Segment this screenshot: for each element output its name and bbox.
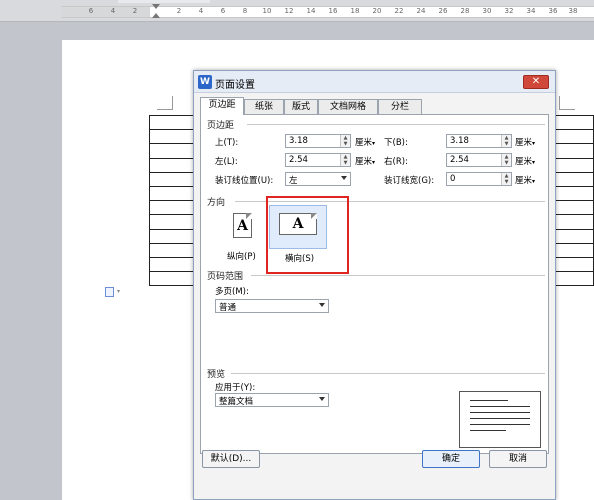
right-margin-unit[interactable]: 厘米▾ (515, 155, 535, 167)
left-margin-input[interactable]: 2.54 ▲ ▼ (285, 153, 351, 167)
ruler-number: 14 (306, 7, 316, 15)
bottom-margin-input[interactable]: 3.18 ▲ ▼ (446, 134, 512, 148)
close-button[interactable]: ✕ (523, 75, 549, 89)
right-margin-label: 右(R): (384, 157, 408, 167)
dialog-titlebar[interactable]: W 页面设置 ✕ (194, 71, 555, 93)
ruler-number: 4 (110, 7, 116, 15)
ok-button[interactable]: 确定 (422, 450, 480, 468)
ruler-number: 10 (262, 7, 272, 15)
cancel-button[interactable]: 取消 (489, 450, 547, 468)
ruler-number: 2 (176, 7, 182, 15)
ruler-number: 26 (438, 7, 448, 15)
ruler-number: 24 (416, 7, 426, 15)
multiple-pages-label: 多页(M): (215, 287, 249, 297)
top-margin-input[interactable]: 3.18 ▲ ▼ (285, 134, 351, 148)
spin-buttons[interactable]: ▲ ▼ (501, 135, 511, 147)
section-divider (251, 275, 545, 276)
document-table-right-part[interactable] (553, 114, 594, 287)
horizontal-ruler[interactable]: 6 4 2 2 4 6 8 10 12 14 16 18 20 22 24 26… (0, 0, 594, 22)
left-margin-label: 左(L): (215, 157, 238, 167)
left-margin-unit[interactable]: 厘米▾ (355, 155, 375, 167)
chevron-down-icon (341, 176, 347, 180)
gutter-width-input[interactable]: 0 ▲ ▼ (446, 172, 512, 186)
ruler-number: 18 (350, 7, 360, 15)
margins-tab-panel: 页边距 上(T): 3.18 ▲ ▼ 厘米▾ 下(B): 3.18 ▲ ▼ 厘米▾ … (200, 114, 549, 454)
ruler-number: 22 (394, 7, 404, 15)
tab-columns[interactable]: 分栏 (378, 99, 422, 114)
chevron-down-icon[interactable]: ▾ (117, 288, 120, 295)
ruler-highlight (118, 0, 210, 3)
ruler-number: 6 (220, 7, 226, 15)
bottom-margin-label: 下(B): (384, 138, 408, 148)
preview-section-title: 预览 (207, 370, 226, 380)
orientation-section-title: 方向 (207, 198, 226, 208)
ruler-number: 8 (242, 7, 248, 15)
gutter-width-label: 装订线宽(G): (384, 176, 435, 186)
chevron-down-icon (319, 397, 325, 401)
ruler-number: 16 (328, 7, 338, 15)
tab-layout[interactable]: 版式 (284, 99, 318, 114)
ruler-number: 38 (568, 7, 578, 15)
spin-buttons[interactable]: ▲ ▼ (501, 173, 511, 185)
ruler-number: 32 (504, 7, 514, 15)
section-divider (231, 373, 545, 374)
indent-marker[interactable] (152, 4, 160, 20)
annotation-highlight-box (266, 196, 349, 274)
page-corner-mark (157, 96, 173, 110)
ruler-number: 12 (284, 7, 294, 15)
ruler-number: 34 (526, 7, 536, 15)
ruler-number: 6 (88, 7, 94, 15)
spin-buttons[interactable]: ▲ ▼ (340, 135, 350, 147)
portrait-label[interactable]: 纵向(P) (227, 250, 256, 262)
page-setup-dialog: W 页面设置 ✕ 页边距 纸张 版式 文档网格 分栏 页边距 上(T): 3.1… (193, 70, 556, 500)
right-margin-input[interactable]: 2.54 ▲ ▼ (446, 153, 512, 167)
apply-to-select[interactable]: 整篇文档 (215, 393, 329, 407)
tab-margins[interactable]: 页边距 (200, 97, 244, 115)
default-button[interactable]: 默认(D)... (202, 450, 260, 468)
dialog-title: 页面设置 (215, 80, 255, 91)
gutter-position-label: 装订线位置(U): (215, 176, 274, 186)
page-preview (459, 391, 541, 448)
ruler-number: 4 (198, 7, 204, 15)
apply-to-label: 应用于(Y): (215, 383, 256, 393)
gutter-position-select[interactable]: 左 (285, 172, 351, 186)
section-divider (247, 124, 545, 125)
ruler-number: 28 (460, 7, 470, 15)
bottom-margin-unit[interactable]: 厘米▾ (515, 136, 535, 148)
ruler-number: 36 (548, 7, 558, 15)
top-margin-label: 上(T): (215, 138, 239, 148)
margins-section-title: 页边距 (207, 121, 235, 131)
spin-buttons[interactable]: ▲ ▼ (340, 154, 350, 166)
ruler-number: 2 (132, 7, 138, 15)
portrait-icon[interactable]: A (233, 213, 252, 238)
spin-buttons[interactable]: ▲ ▼ (501, 154, 511, 166)
pages-section-title: 页码范围 (207, 272, 244, 282)
page-corner-mark (559, 96, 575, 110)
tab-document-grid[interactable]: 文档网格 (318, 99, 378, 114)
tab-paper[interactable]: 纸张 (244, 99, 284, 114)
multiple-pages-select[interactable]: 普通 (215, 299, 329, 313)
gutter-width-unit[interactable]: 厘米▾ (515, 174, 535, 186)
top-margin-unit[interactable]: 厘米▾ (355, 136, 375, 148)
paragraph-icon[interactable] (105, 287, 114, 297)
wps-writer-icon: W (198, 75, 212, 89)
ruler-number: 30 (482, 7, 492, 15)
chevron-down-icon (319, 303, 325, 307)
ruler-number: 20 (372, 7, 382, 15)
